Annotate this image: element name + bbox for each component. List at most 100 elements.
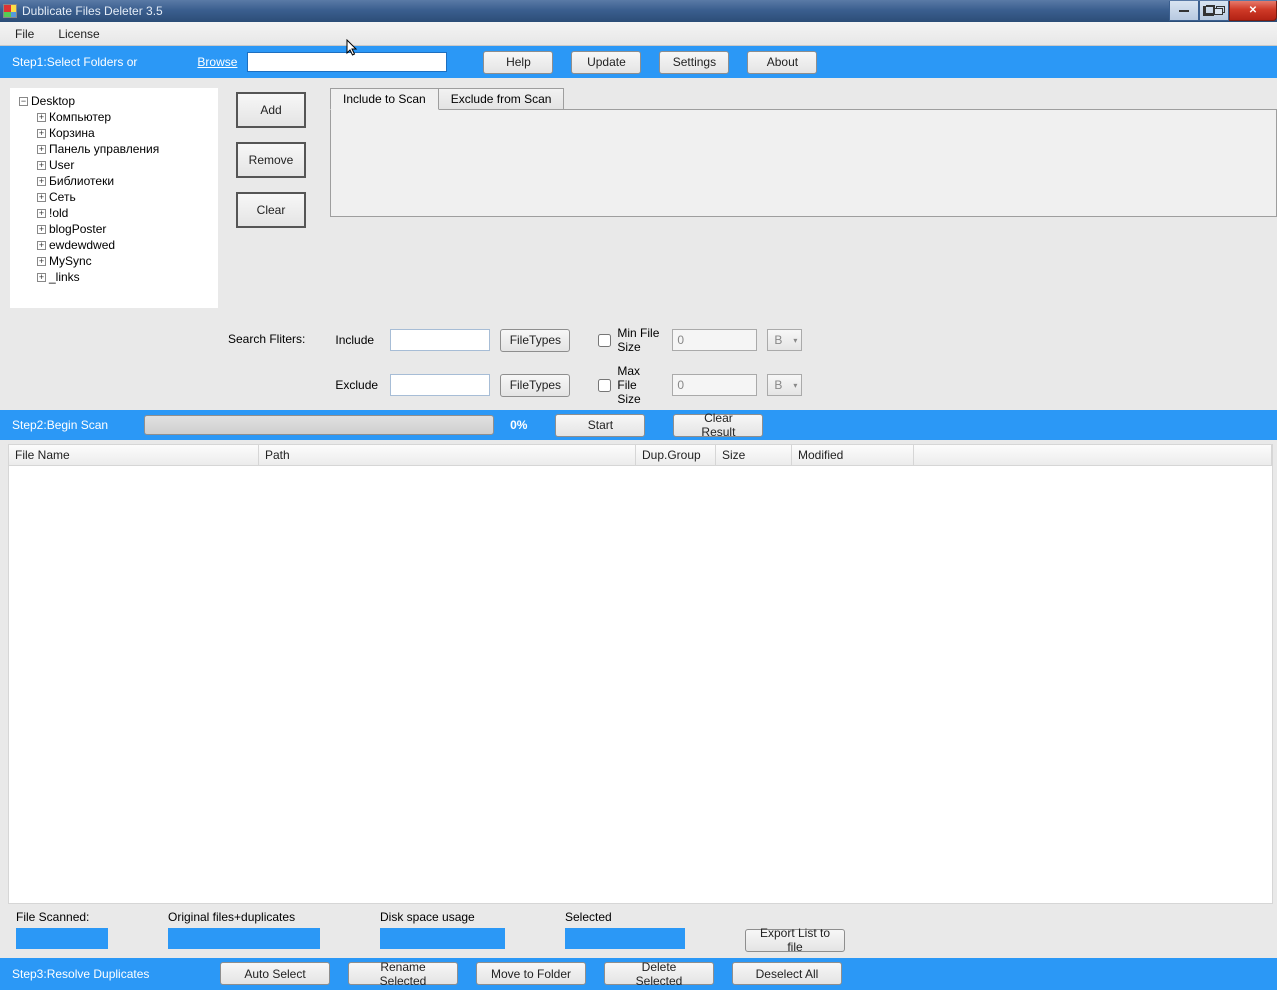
browse-link[interactable]: Browse bbox=[197, 55, 237, 69]
tab-include-to-scan[interactable]: Include to Scan bbox=[330, 88, 439, 110]
tree-item[interactable]: +Компьютер bbox=[37, 109, 213, 125]
max-file-size-check[interactable]: Max File Size bbox=[598, 364, 662, 406]
col-dup-group[interactable]: Dup.Group bbox=[636, 445, 716, 465]
tree-item[interactable]: +User bbox=[37, 157, 213, 173]
col-file-name[interactable]: File Name bbox=[9, 445, 259, 465]
selected-label: Selected bbox=[565, 910, 685, 924]
scan-progress-pct: 0% bbox=[510, 418, 527, 432]
stats-row: File Scanned: Original files+duplicates … bbox=[16, 910, 1277, 952]
expand-icon[interactable]: + bbox=[37, 129, 46, 138]
tree-item[interactable]: +MySync bbox=[37, 253, 213, 269]
minimize-button[interactable] bbox=[1169, 1, 1199, 21]
expand-icon[interactable]: + bbox=[37, 209, 46, 218]
clear-button[interactable]: Clear bbox=[236, 192, 306, 228]
disk-space-value bbox=[380, 928, 505, 949]
expand-icon[interactable]: + bbox=[37, 161, 46, 170]
tree-item[interactable]: +Панель управления bbox=[37, 141, 213, 157]
max-file-size-input[interactable]: 0 bbox=[672, 374, 757, 396]
include-filetypes-button[interactable]: FileTypes bbox=[500, 329, 570, 352]
window-title: Dublicate Files Deleter 3.5 bbox=[22, 4, 163, 18]
clear-result-button[interactable]: Clear Result bbox=[673, 414, 763, 437]
rename-selected-button[interactable]: Rename Selected bbox=[348, 962, 458, 985]
expand-icon[interactable]: + bbox=[37, 177, 46, 186]
col-size[interactable]: Size bbox=[716, 445, 792, 465]
update-button[interactable]: Update bbox=[571, 51, 641, 74]
tree-item[interactable]: +!old bbox=[37, 205, 213, 221]
original-dup-value bbox=[168, 928, 320, 949]
menubar: File License bbox=[0, 22, 1277, 46]
min-file-size-checkbox[interactable] bbox=[598, 334, 611, 347]
menu-license[interactable]: License bbox=[58, 27, 99, 41]
tree-item[interactable]: +ewdewdwed bbox=[37, 237, 213, 253]
step3-bar: Step3:Resolve Duplicates Auto Select Ren… bbox=[0, 958, 1277, 990]
min-file-size-input[interactable]: 0 bbox=[672, 329, 757, 351]
selected-value bbox=[565, 928, 685, 949]
expand-icon[interactable]: + bbox=[37, 145, 46, 154]
col-spacer bbox=[914, 445, 1272, 465]
menu-file[interactable]: File bbox=[15, 27, 34, 41]
tree-item[interactable]: +_links bbox=[37, 269, 213, 285]
scan-progress bbox=[144, 415, 494, 435]
add-button[interactable]: Add bbox=[236, 92, 306, 128]
auto-select-button[interactable]: Auto Select bbox=[220, 962, 330, 985]
tree-item-label: Панель управления bbox=[49, 141, 159, 157]
tree-root-label[interactable]: Desktop bbox=[31, 93, 75, 109]
titlebar: Dublicate Files Deleter 3.5 bbox=[0, 0, 1277, 22]
min-file-size-label: Min File Size bbox=[617, 326, 662, 354]
close-button[interactable] bbox=[1229, 1, 1277, 21]
step1-label: Step1:Select Folders or bbox=[12, 55, 137, 69]
exclude-label: Exclude bbox=[335, 378, 380, 392]
include-label: Include bbox=[335, 333, 380, 347]
expand-icon[interactable]: + bbox=[37, 257, 46, 266]
start-button[interactable]: Start bbox=[555, 414, 645, 437]
tree-item[interactable]: +Библиотеки bbox=[37, 173, 213, 189]
min-file-size-check[interactable]: Min File Size bbox=[598, 326, 662, 354]
scan-list-panel bbox=[330, 109, 1277, 217]
expand-icon[interactable]: + bbox=[37, 193, 46, 202]
deselect-all-button[interactable]: Deselect All bbox=[732, 962, 842, 985]
col-path[interactable]: Path bbox=[259, 445, 636, 465]
tab-exclude-from-scan[interactable]: Exclude from Scan bbox=[439, 88, 565, 110]
tree-item-label: !old bbox=[49, 205, 68, 221]
tree-item-label: blogPoster bbox=[49, 221, 106, 237]
max-file-size-checkbox[interactable] bbox=[598, 379, 611, 392]
exclude-filetypes-button[interactable]: FileTypes bbox=[500, 374, 570, 397]
delete-selected-button[interactable]: Delete Selected bbox=[604, 962, 714, 985]
path-input[interactable] bbox=[247, 52, 447, 72]
app-icon bbox=[3, 4, 17, 18]
files-scanned-value bbox=[16, 928, 108, 949]
step2-bar: Step2:Begin Scan 0% Start Clear Result bbox=[0, 410, 1277, 440]
help-button[interactable]: Help bbox=[483, 51, 553, 74]
step3-label: Step3:Resolve Duplicates bbox=[12, 967, 202, 981]
include-input[interactable] bbox=[390, 329, 490, 351]
about-button[interactable]: About bbox=[747, 51, 817, 74]
tree-item-label: Компьютер bbox=[49, 109, 111, 125]
min-file-size-unit[interactable]: B bbox=[767, 329, 802, 351]
exclude-input[interactable] bbox=[390, 374, 490, 396]
maximize-button[interactable] bbox=[1199, 1, 1229, 21]
results-table[interactable]: File Name Path Dup.Group Size Modified bbox=[8, 444, 1273, 904]
tree-item[interactable]: +Сеть bbox=[37, 189, 213, 205]
settings-button[interactable]: Settings bbox=[659, 51, 729, 74]
move-to-folder-button[interactable]: Move to Folder bbox=[476, 962, 586, 985]
search-filters-label: Search Fliters: bbox=[228, 326, 305, 346]
tree-item-label: Сеть bbox=[49, 189, 76, 205]
export-list-button[interactable]: Export List to file bbox=[745, 929, 845, 952]
original-dup-label: Original files+duplicates bbox=[168, 910, 320, 924]
collapse-icon[interactable]: − bbox=[19, 97, 28, 106]
max-file-size-unit[interactable]: B bbox=[767, 374, 802, 396]
step2-label: Step2:Begin Scan bbox=[12, 418, 108, 432]
tree-item[interactable]: +blogPoster bbox=[37, 221, 213, 237]
expand-icon[interactable]: + bbox=[37, 113, 46, 122]
step1-content: − Desktop +Компьютер+Корзина+Панель упра… bbox=[10, 88, 1277, 308]
search-filters: Search Fliters: Include FileTypes Min Fi… bbox=[228, 326, 1277, 406]
col-modified[interactable]: Modified bbox=[792, 445, 914, 465]
folder-tree[interactable]: − Desktop +Компьютер+Корзина+Панель упра… bbox=[10, 88, 218, 308]
tree-item-label: Библиотеки bbox=[49, 173, 114, 189]
expand-icon[interactable]: + bbox=[37, 241, 46, 250]
expand-icon[interactable]: + bbox=[37, 273, 46, 282]
expand-icon[interactable]: + bbox=[37, 225, 46, 234]
remove-button[interactable]: Remove bbox=[236, 142, 306, 178]
tree-item[interactable]: +Корзина bbox=[37, 125, 213, 141]
max-file-size-label: Max File Size bbox=[617, 364, 662, 406]
